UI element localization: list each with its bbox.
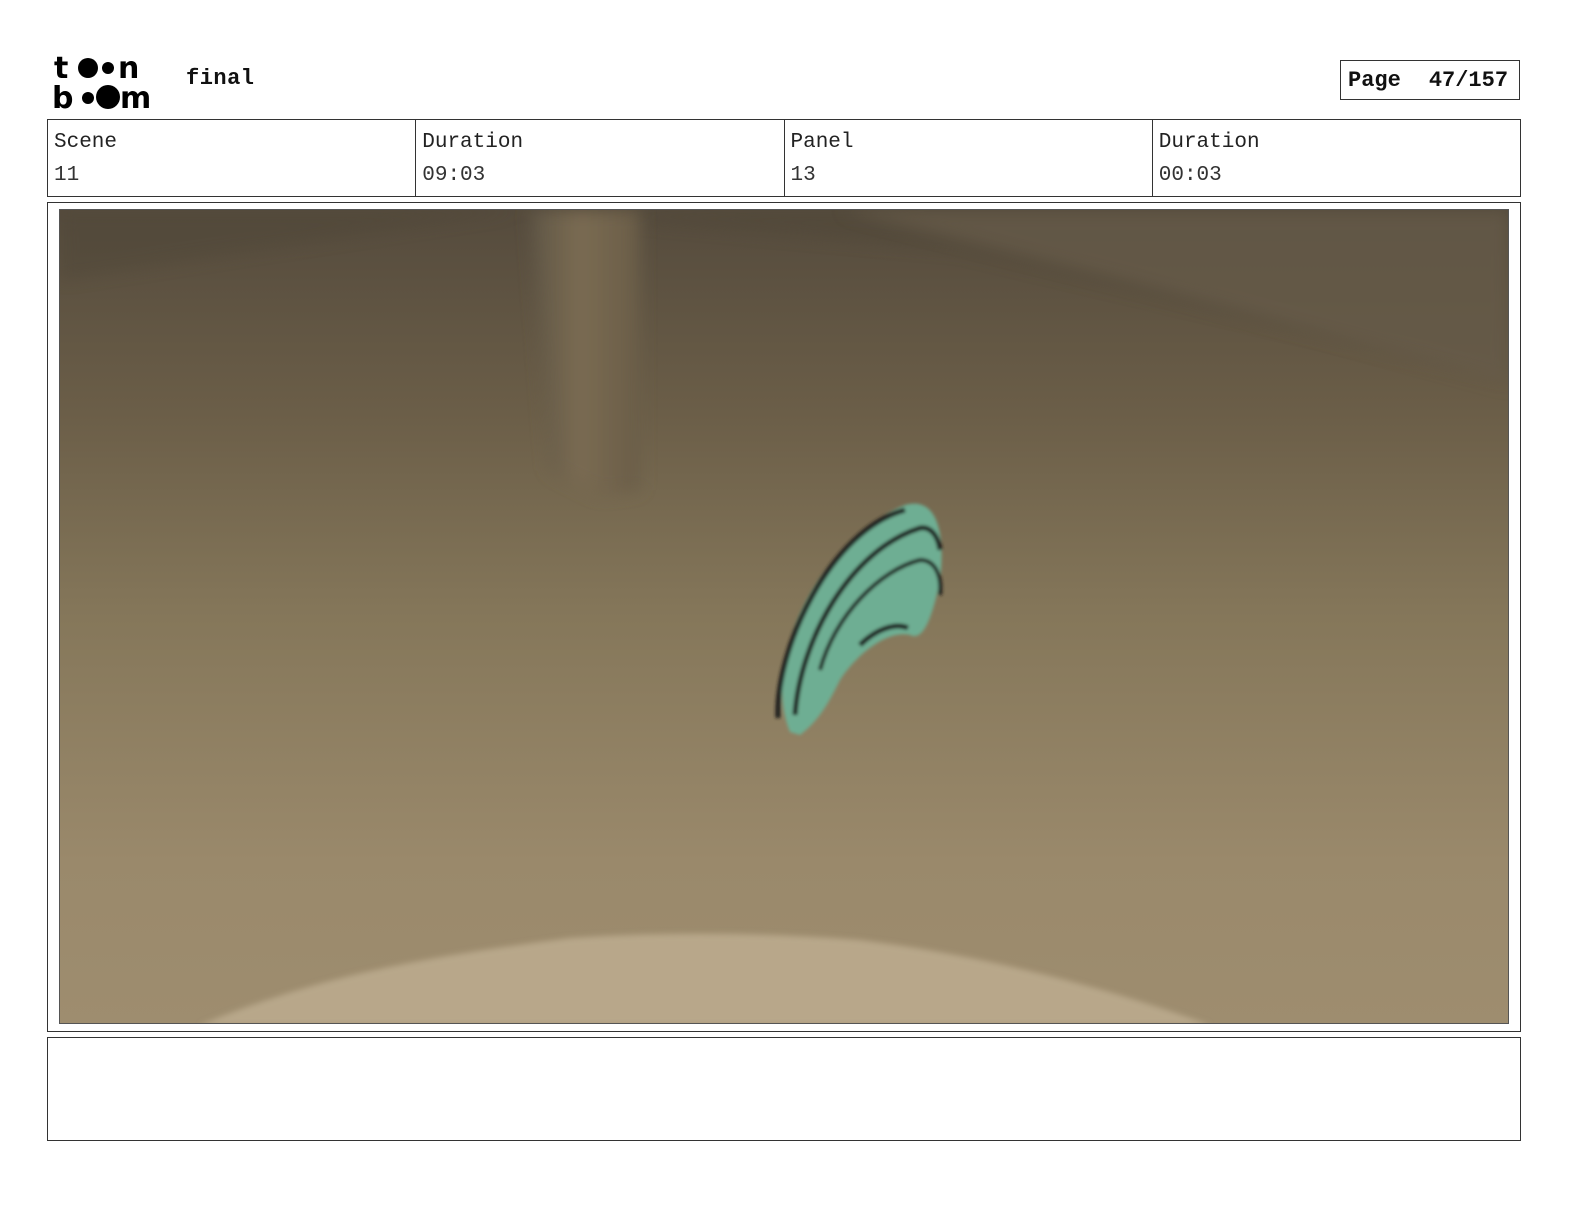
panel-drawing [60, 210, 1508, 1023]
panel-notes-box [47, 1037, 1521, 1141]
panel-duration-cell: Duration 00:03 [1153, 120, 1520, 196]
scene-duration-value: 09:03 [422, 164, 486, 187]
page-label: Page [1348, 67, 1401, 93]
scene-duration-label: Duration [422, 131, 524, 154]
scene-value: 11 [54, 164, 80, 187]
page-number: 47/157 [1428, 67, 1509, 93]
panel-image [59, 209, 1509, 1024]
svg-text:b: b [52, 81, 73, 112]
toonboom-logo: t n b m [52, 50, 164, 116]
scene-duration-cell: Duration 09:03 [416, 120, 785, 196]
panel-info-table: Scene 11 Duration 09:03 Panel 13 Duratio… [47, 119, 1521, 197]
room-background [60, 210, 1508, 1023]
scene-cell: Scene 11 [48, 120, 417, 196]
panel-duration-value: 00:03 [1158, 164, 1222, 187]
svg-text:m: m [120, 81, 151, 112]
panel-label: Panel [790, 131, 854, 154]
panel-cell: Panel 13 [785, 120, 1153, 196]
scene-label: Scene [54, 131, 118, 154]
project-title: final [186, 66, 255, 91]
panel-value: 13 [790, 164, 816, 187]
panel-duration-label: Duration [1158, 131, 1260, 154]
toonboom-logo-icon: t n b m [52, 51, 151, 116]
page-indicator: Page 47/157 [1340, 60, 1520, 100]
